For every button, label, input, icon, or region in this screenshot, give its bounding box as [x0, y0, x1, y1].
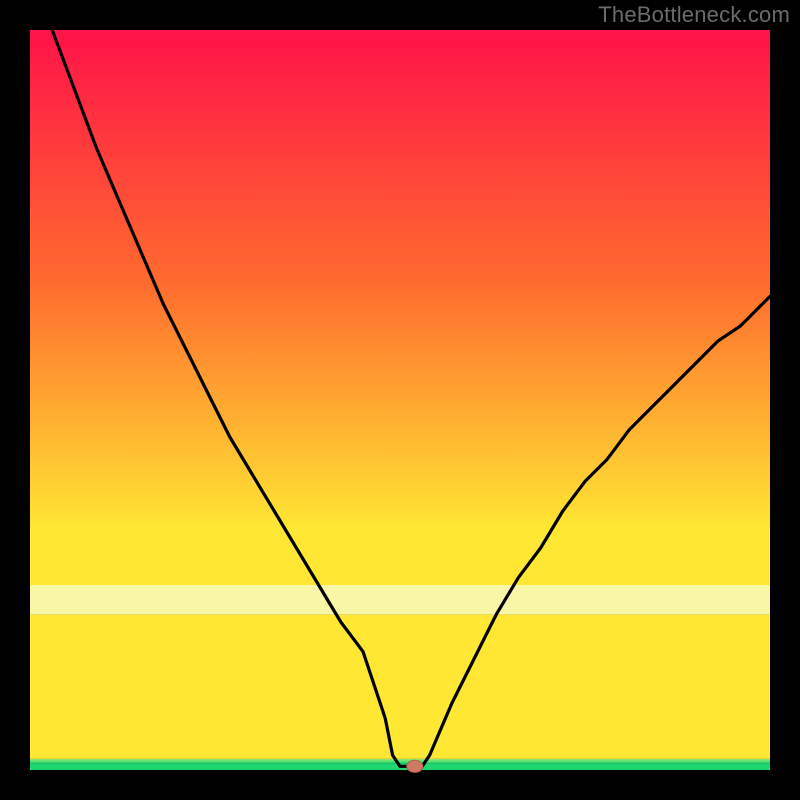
- optimum-marker: [407, 760, 423, 772]
- lower-yellow-band: [30, 615, 770, 759]
- bottleneck-chart: [0, 0, 800, 800]
- watermark-attribution: TheBottleneck.com: [598, 2, 790, 28]
- green-band: [30, 759, 770, 763]
- pale-band: [30, 585, 770, 615]
- gradient-background: [30, 30, 770, 585]
